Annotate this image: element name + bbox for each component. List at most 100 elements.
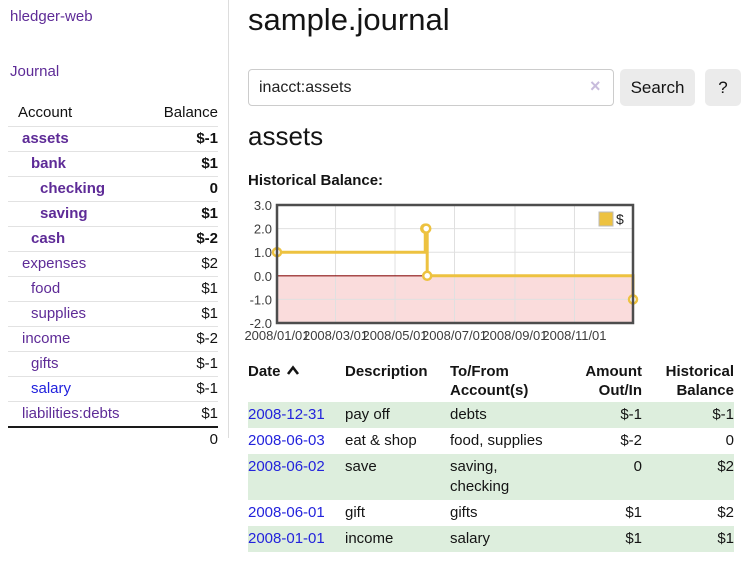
accounts-table: Account Balance assets$-1bank$1checking0… (8, 100, 218, 452)
account-row: supplies $1 (8, 302, 218, 327)
account-link-gifts[interactable]: gifts (8, 355, 59, 372)
transaction-row: 2008-06-01giftgifts$1$2 (248, 500, 734, 526)
historical-balance-chart: $3.02.01.00.0-1.0-2.02008/01/012008/03/0… (240, 200, 742, 345)
account-balance: 0 (149, 177, 218, 202)
transaction-balance: $2 (642, 454, 734, 500)
transaction-description: pay off (345, 402, 450, 428)
y-axis-tick-label: 3.0 (254, 200, 272, 213)
account-link-cash[interactable]: cash (8, 230, 65, 247)
transaction-amount: 0 (578, 454, 642, 500)
account-balance: $1 (149, 302, 218, 327)
search-input[interactable] (248, 69, 614, 106)
account-balance: $1 (149, 152, 218, 177)
transaction-description: save (345, 454, 450, 500)
account-row: gifts $-1 (8, 352, 218, 377)
clear-search-icon[interactable]: × (590, 77, 601, 95)
x-axis-tick-label: 2008/01/01 (244, 328, 309, 343)
y-axis-tick-label: 2.0 (254, 222, 272, 237)
account-link-bank[interactable]: bank (8, 155, 66, 172)
legend-label: $ (616, 211, 624, 227)
account-row: cash$-2 (8, 227, 218, 252)
account-link-supplies[interactable]: supplies (8, 305, 86, 322)
transaction-accounts: saving, checking (450, 454, 578, 500)
data-point-marker (422, 225, 430, 233)
transaction-date-link[interactable]: 2008-12-31 (248, 406, 325, 423)
transaction-row: 2008-06-03eat & shopfood, supplies$-20 (248, 428, 734, 454)
transaction-row: 2008-01-01incomesalary$1$1 (248, 526, 734, 552)
accounts-total-row: 0 (8, 427, 218, 452)
app-brand-link[interactable]: hledger-web (10, 8, 93, 25)
account-balance: $-1 (149, 352, 218, 377)
transaction-date-link[interactable]: 2008-06-01 (248, 504, 325, 521)
account-balance: $-1 (149, 127, 218, 152)
account-link-assets[interactable]: assets (8, 130, 69, 147)
data-point-marker (423, 272, 431, 280)
transaction-date-link[interactable]: 2008-06-02 (248, 458, 325, 475)
register-table: Date Description To/From Account(s) Amou… (248, 360, 734, 552)
account-link-food[interactable]: food (8, 280, 60, 297)
hledger-web-app: hledger-web Journal Account Balance asse… (0, 0, 742, 582)
page-title: sample.journal (248, 2, 450, 38)
account-row: salary $-1 (8, 377, 218, 402)
account-row: liabilities:debts $1 (8, 402, 218, 428)
y-axis-tick-label: 0.0 (254, 269, 272, 284)
account-balance: $1 (149, 402, 218, 428)
transaction-accounts: gifts (450, 500, 578, 526)
account-balance: $2 (149, 252, 218, 277)
account-link-income[interactable]: income (8, 330, 70, 347)
accounts-total-value: 0 (149, 427, 218, 452)
legend-swatch (599, 212, 613, 226)
transaction-balance: $2 (642, 500, 734, 526)
account-row: saving$1 (8, 202, 218, 227)
account-balance: $1 (149, 277, 218, 302)
transaction-balance: 0 (642, 428, 734, 454)
account-balance: $-1 (149, 377, 218, 402)
account-link-checking[interactable]: checking (8, 180, 105, 197)
account-row: bank $1 (8, 152, 218, 177)
x-axis-tick-label: 2008/07/01 (422, 328, 487, 343)
account-row: food $1 (8, 277, 218, 302)
search-button[interactable]: Search (620, 69, 695, 106)
x-axis-tick-label: 2008/03/01 (303, 328, 368, 343)
transaction-date-link[interactable]: 2008-01-01 (248, 530, 325, 547)
y-axis-tick-label: 1.0 (254, 245, 272, 260)
date-header-label: Date (248, 363, 281, 380)
transaction-amount: $-1 (578, 402, 642, 428)
transaction-date-link[interactable]: 2008-06-03 (248, 432, 325, 449)
accounts-total-spacer (8, 427, 149, 452)
account-row: assets $-1 (8, 127, 218, 152)
balance-chart-svg: $3.02.01.00.0-1.0-2.02008/01/012008/03/0… (240, 200, 742, 345)
column-header-account: Account (8, 100, 149, 127)
transaction-accounts: food, supplies (450, 428, 578, 454)
column-header-date[interactable]: Date (248, 360, 345, 402)
y-axis-tick-label: -1.0 (250, 292, 272, 307)
column-header-balance: Historical Balance (642, 360, 734, 402)
help-button[interactable]: ? (705, 69, 741, 106)
account-link-saving[interactable]: saving (8, 205, 88, 222)
transaction-balance: $-1 (642, 402, 734, 428)
transaction-amount: $1 (578, 526, 642, 552)
column-header-description: Description (345, 360, 450, 402)
transaction-accounts: debts (450, 402, 578, 428)
account-row: expenses $2 (8, 252, 218, 277)
transaction-row: 2008-06-02 savesaving, checking0$2 (248, 454, 734, 500)
transaction-description: income (345, 526, 450, 552)
x-axis-tick-label: 2008/05/01 (362, 328, 427, 343)
transaction-amount: $-2 (578, 428, 642, 454)
sidebar-divider (228, 0, 229, 438)
x-axis-tick-label: 2008/11/01 (542, 328, 606, 343)
account-row: income $-2 (8, 327, 218, 352)
account-link-salary[interactable]: salary (8, 380, 71, 397)
register-header-row: Date Description To/From Account(s) Amou… (248, 360, 734, 402)
account-balance: $-2 (149, 327, 218, 352)
sidebar-item-journal[interactable]: Journal (10, 63, 59, 80)
transaction-accounts: salary (450, 526, 578, 552)
chart-title: Historical Balance: (248, 172, 383, 189)
account-link-liabilities-debts[interactable]: liabilities:debts (8, 405, 120, 422)
account-link-expenses[interactable]: expenses (8, 255, 86, 272)
transaction-row: 2008-12-31pay offdebts$-1$-1 (248, 402, 734, 428)
x-axis-tick-label: 2008/09/01 (482, 328, 547, 343)
column-header-amount: Amount Out/In (578, 360, 642, 402)
sort-ascending-icon (286, 362, 300, 381)
column-header-tofrom: To/From Account(s) (450, 360, 578, 402)
